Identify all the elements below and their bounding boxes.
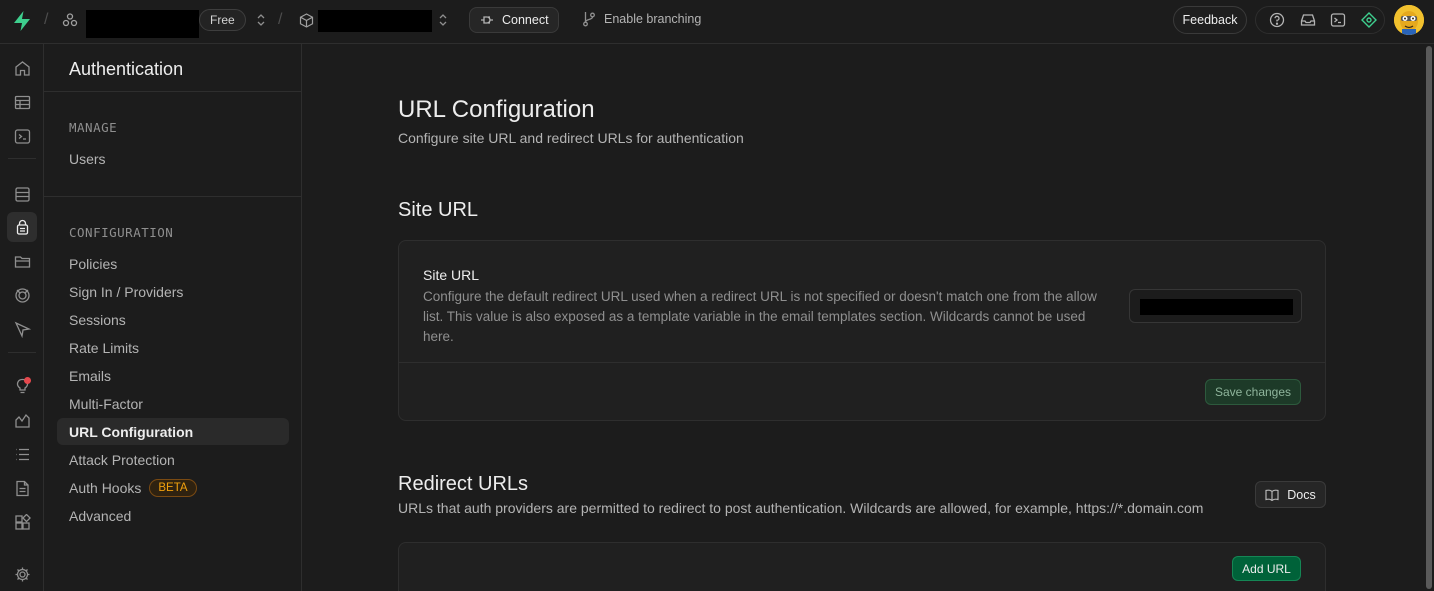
- organization-icon: [62, 12, 78, 28]
- project-switcher-chevron-icon[interactable]: [437, 12, 449, 28]
- beta-badge: BETA: [149, 478, 197, 497]
- site-url-label: Site URL: [423, 267, 480, 283]
- integrations-icon[interactable]: [7, 507, 37, 537]
- main-scrollbar-thumb[interactable]: [1426, 46, 1432, 589]
- reports-icon[interactable]: [7, 405, 37, 435]
- site-url-card-footer: Save changes: [399, 362, 1325, 420]
- sidebar-item-label: Auth Hooks: [69, 479, 142, 496]
- settings-icon[interactable]: [7, 559, 37, 589]
- manage-heading: MANAGE: [69, 120, 118, 135]
- site-url-card: Site URL Configure the default redirect …: [398, 240, 1326, 421]
- rail-divider: [8, 352, 36, 353]
- docs-label: Docs: [1287, 487, 1316, 502]
- org-switcher-chevron-icon[interactable]: [255, 12, 267, 28]
- sidebar-item-attack-protection[interactable]: Attack Protection: [57, 446, 289, 473]
- plug-icon: [480, 14, 494, 26]
- notification-dot: [24, 377, 31, 384]
- connect-button[interactable]: Connect: [469, 7, 559, 33]
- logs-icon[interactable]: [7, 439, 37, 469]
- sidebar-divider: [44, 91, 301, 92]
- sidebar-divider: [44, 196, 301, 197]
- branching-label: Enable branching: [604, 12, 702, 26]
- sidebar-item-auth-hooks[interactable]: Auth Hooks BETA: [57, 474, 289, 501]
- main-content: URL Configuration Configure site URL and…: [302, 44, 1424, 591]
- docs-button[interactable]: Docs: [1255, 481, 1326, 508]
- project-icon: [299, 13, 314, 28]
- database-icon[interactable]: [7, 179, 37, 209]
- storage-icon[interactable]: [7, 246, 37, 276]
- redirect-urls-section-title: Redirect URLs: [398, 473, 529, 495]
- breadcrumb-separator: /: [278, 11, 283, 28]
- git-branch-icon: [582, 11, 596, 27]
- top-bar: / Free / Connect Enable branching Feedba…: [0, 0, 1434, 44]
- table-editor-icon[interactable]: [7, 87, 37, 117]
- plan-badge: Free: [199, 9, 246, 31]
- sql-editor-icon[interactable]: [7, 121, 37, 151]
- save-changes-button[interactable]: Save changes: [1205, 379, 1301, 405]
- sidebar-item-users[interactable]: Users: [57, 145, 289, 172]
- site-url-section-title: Site URL: [398, 199, 479, 221]
- api-docs-icon[interactable]: [7, 473, 37, 503]
- auth-icon[interactable]: [7, 212, 37, 242]
- sidebar-item-emails[interactable]: Emails: [57, 362, 289, 389]
- ai-assistant-icon[interactable]: [1354, 6, 1385, 34]
- redirect-urls-card: Add URL: [398, 542, 1326, 591]
- advisors-icon[interactable]: [7, 371, 37, 401]
- enable-branching-button[interactable]: Enable branching: [582, 11, 701, 27]
- user-avatar[interactable]: [1394, 5, 1424, 35]
- supabase-logo-icon[interactable]: [12, 10, 32, 32]
- sidebar-item-sign-in-providers[interactable]: Sign In / Providers: [57, 278, 289, 305]
- sidebar-title: Authentication: [69, 59, 184, 79]
- site-url-value-redacted: [1140, 299, 1293, 315]
- toolbar-icon-group: [1255, 6, 1385, 34]
- site-url-description: Configure the default redirect URL used …: [423, 289, 1097, 344]
- edge-functions-icon[interactable]: [7, 314, 37, 344]
- site-url-input[interactable]: [1129, 289, 1302, 323]
- sidebar-item-advanced[interactable]: Advanced: [57, 502, 289, 529]
- auth-sidebar: Authentication MANAGE Users CONFIGURATIO…: [44, 44, 302, 591]
- rail-divider: [8, 158, 36, 159]
- sidebar-item-multi-factor[interactable]: Multi-Factor: [57, 390, 289, 417]
- home-icon[interactable]: [7, 53, 37, 83]
- icon-rail: [0, 44, 44, 591]
- sidebar-item-policies[interactable]: Policies: [57, 250, 289, 277]
- page-title: URL Configuration: [398, 96, 595, 123]
- project-name-redacted[interactable]: [318, 10, 432, 32]
- organization-name-redacted[interactable]: [86, 10, 199, 38]
- sidebar-item-url-configuration[interactable]: URL Configuration: [57, 418, 289, 445]
- terminal-icon[interactable]: [1323, 6, 1354, 34]
- sidebar-item-rate-limits[interactable]: Rate Limits: [57, 334, 289, 361]
- redirect-urls-description: URLs that auth providers are permitted t…: [398, 500, 1204, 516]
- page-subtitle: Configure site URL and redirect URLs for…: [398, 130, 744, 146]
- book-icon: [1265, 489, 1279, 501]
- add-url-button[interactable]: Add URL: [1232, 556, 1301, 581]
- inbox-icon[interactable]: [1293, 6, 1324, 34]
- breadcrumb-separator: /: [44, 11, 49, 28]
- realtime-icon[interactable]: [7, 280, 37, 310]
- configuration-heading: CONFIGURATION: [69, 225, 174, 240]
- connect-label: Connect: [502, 13, 549, 27]
- help-icon[interactable]: [1262, 6, 1293, 34]
- feedback-button[interactable]: Feedback: [1173, 6, 1247, 34]
- sidebar-item-sessions[interactable]: Sessions: [57, 306, 289, 333]
